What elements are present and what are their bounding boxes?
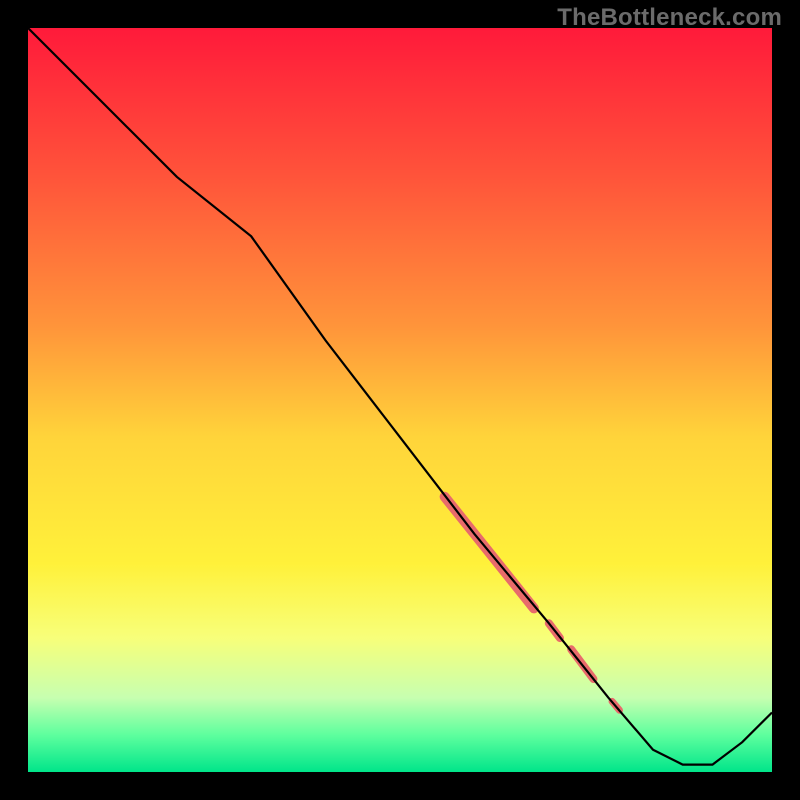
- bottleneck-curve-line: [28, 28, 772, 765]
- plot-area: [28, 28, 772, 772]
- curve-layer: [28, 28, 772, 772]
- chart-frame: TheBottleneck.com: [0, 0, 800, 800]
